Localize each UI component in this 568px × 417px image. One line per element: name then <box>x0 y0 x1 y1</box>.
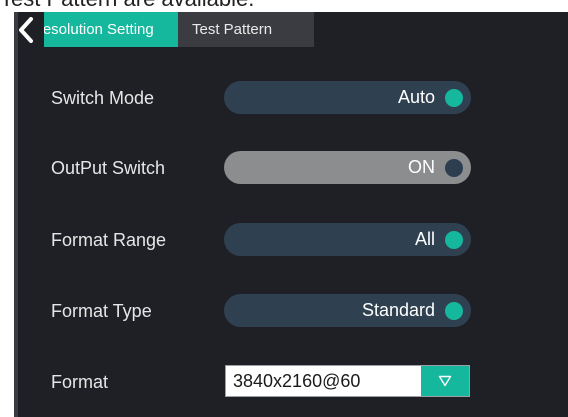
caption-strip: Test Pattern are available. <box>0 0 568 12</box>
tab-resolution-setting[interactable]: Resolution Setting <box>44 12 178 47</box>
format-range-toggle[interactable]: All <box>224 223 471 256</box>
format-label: Format <box>51 372 109 392</box>
format-range-value: All <box>414 229 435 249</box>
toggle-knob-icon <box>445 302 463 320</box>
format-range-label: Format Range <box>51 230 167 250</box>
tab-bar: Resolution Setting Test Pattern <box>44 12 314 47</box>
panel-left-border <box>14 12 18 417</box>
output-switch-label: OutPut Switch <box>51 158 166 178</box>
switch-mode-toggle[interactable]: Auto <box>224 81 471 114</box>
toggle-knob-icon <box>445 159 463 177</box>
triangle-down-icon[interactable] <box>421 366 469 396</box>
tab-test-pattern[interactable]: Test Pattern <box>178 12 314 47</box>
toggle-knob-icon <box>445 231 463 249</box>
chevron-left-icon[interactable] <box>15 13 37 47</box>
format-type-label: Format Type <box>51 301 152 321</box>
switch-mode-label: Switch Mode <box>51 88 155 108</box>
switch-mode-value: Auto <box>397 87 435 107</box>
format-type-value: Standard <box>361 300 435 320</box>
settings-panel: Resolution Setting Test Pattern Switch M… <box>14 12 568 417</box>
toggle-knob-icon <box>445 89 463 107</box>
output-switch-toggle[interactable]: ON <box>224 151 471 184</box>
format-select[interactable]: 3840x2160@60 <box>225 365 470 397</box>
format-type-toggle[interactable]: Standard <box>224 294 471 327</box>
format-value: 3840x2160@60 <box>233 371 361 391</box>
output-switch-value: ON <box>408 157 435 177</box>
caption-text: Test Pattern are available. <box>0 0 254 12</box>
